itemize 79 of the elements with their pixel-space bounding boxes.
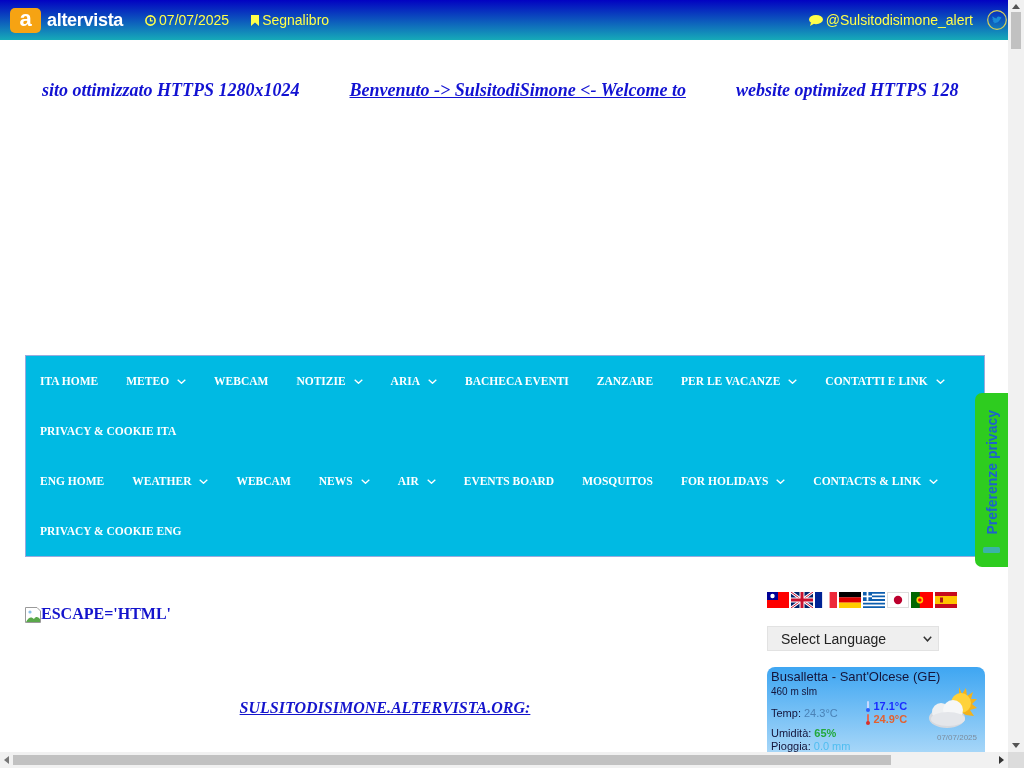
speech-bubble-icon — [808, 14, 823, 26]
chevron-down-icon — [923, 635, 932, 642]
weather-label: Temp: — [771, 706, 801, 720]
privacy-preferences-tab[interactable]: Preferenze privacy — [975, 393, 1008, 567]
chevron-down-icon — [935, 378, 945, 384]
japan-flag-icon[interactable] — [887, 592, 909, 608]
logo-text[interactable]: altervista — [47, 9, 124, 31]
nav-item[interactable]: EVENTS BOARD — [449, 456, 569, 506]
chevron-down-icon — [776, 478, 786, 484]
chevron-down-icon — [353, 378, 363, 384]
nav-item[interactable]: CONTATTI E LINK — [811, 356, 959, 406]
weather-date: 07/07/2025 — [936, 733, 977, 742]
chevron-down-icon — [428, 378, 437, 384]
nav-item[interactable]: PER LE VACANZE — [667, 356, 812, 406]
broken-image-icon — [25, 607, 41, 623]
nav-item[interactable]: METEO — [112, 356, 201, 406]
nav-item[interactable]: WEBCAM — [222, 456, 305, 506]
clock-icon — [145, 14, 157, 26]
social-link[interactable]: @Sulsitodisimone_alert — [825, 12, 973, 28]
spain-flag-icon[interactable] — [935, 592, 957, 608]
chevron-down-icon — [177, 378, 187, 384]
nav-item[interactable]: WEBCAM — [200, 356, 283, 406]
date-text: 07/07/2025 — [159, 12, 230, 28]
weather-value: 0.0 mm — [813, 740, 851, 752]
bar-icon — [983, 547, 1000, 553]
nav-item[interactable]: NOTIZIE — [282, 356, 377, 406]
scrollbar-corner — [1008, 752, 1024, 768]
nav-item[interactable]: ENG HOME — [26, 456, 119, 506]
min-temperature: 17.1°C — [873, 700, 908, 713]
scrollbar-thumb[interactable] — [1011, 12, 1021, 49]
chevron-down-icon — [199, 478, 209, 484]
nav-item[interactable]: ARIA — [376, 356, 451, 406]
thermometer-icon — [866, 701, 871, 712]
chevron-down-icon — [360, 478, 370, 484]
thermometer-icon — [866, 714, 871, 725]
nav-item[interactable]: WEATHER — [118, 456, 223, 506]
nav-item[interactable]: PRIVACY & COOKIE ITA — [26, 406, 191, 456]
portugal-flag-icon[interactable] — [911, 592, 933, 608]
nav-item[interactable]: AIR — [383, 456, 450, 506]
nav-item[interactable]: BACHECA EVENTI — [451, 356, 583, 406]
taiwan-flag-icon[interactable] — [767, 592, 789, 608]
nav-item[interactable]: FOR HOLIDAYS — [666, 456, 800, 506]
image-alt-text: ESCAPE='HTML' — [41, 605, 172, 623]
france-flag-icon[interactable] — [815, 592, 837, 608]
nav-item[interactable]: ZANZARE — [582, 356, 668, 406]
weather-value: 24.3°C — [803, 706, 838, 720]
chevron-down-icon — [929, 478, 939, 484]
logo-mark[interactable]: a — [10, 7, 41, 33]
bird-icon[interactable] — [987, 10, 1007, 30]
bookmark-icon — [251, 14, 260, 26]
nav-item[interactable]: PRIVACY & COOKIE ENG — [26, 506, 196, 556]
bookmark-link[interactable]: Segnalibro — [262, 12, 330, 28]
nav-item[interactable]: NEWS — [304, 456, 384, 506]
weather-label: Umidità: — [771, 726, 812, 740]
weather-value: 65% — [814, 726, 837, 740]
language-select[interactable]: Select Language — [767, 626, 939, 651]
scroll-down-arrow-icon[interactable] — [1012, 743, 1020, 748]
nav-item[interactable]: CONTACTS & LINK — [799, 456, 953, 506]
scrollbar-thumb[interactable] — [13, 755, 891, 765]
nav-item[interactable]: MOSQUITOS — [568, 456, 667, 506]
scroll-up-arrow-icon[interactable] — [1012, 4, 1020, 9]
site-link[interactable]: SULSITODISIMONE.ALTERVISTA.ORG: — [239, 699, 531, 717]
marquee-text: website optimized HTTPS 128 — [735, 79, 959, 101]
chevron-down-icon — [788, 378, 798, 384]
horizontal-scrollbar[interactable] — [0, 752, 1008, 768]
max-temperature: 24.9°C — [873, 713, 908, 726]
weather-location: Busalletta - Sant'Olcese (GE) — [771, 669, 942, 685]
vertical-scrollbar[interactable] — [1008, 0, 1024, 752]
altitude-text: 460 m slm — [771, 685, 819, 698]
chevron-down-icon — [426, 478, 436, 484]
marquee-text: sito ottimizzato HTTPS 1280x1024 — [42, 79, 300, 101]
scroll-right-arrow-icon[interactable] — [999, 756, 1004, 764]
uk-flag-icon[interactable] — [791, 592, 813, 608]
germany-flag-icon[interactable] — [839, 592, 861, 608]
welcome-link[interactable]: Benvenuto -> SulsitodiSimone <- Welcome to — [349, 79, 686, 101]
greece-flag-icon[interactable] — [863, 592, 885, 608]
scroll-left-arrow-icon[interactable] — [4, 756, 9, 764]
weather-label: Pioggia: — [771, 740, 811, 752]
nav-item[interactable]: ITA HOME — [26, 356, 113, 406]
